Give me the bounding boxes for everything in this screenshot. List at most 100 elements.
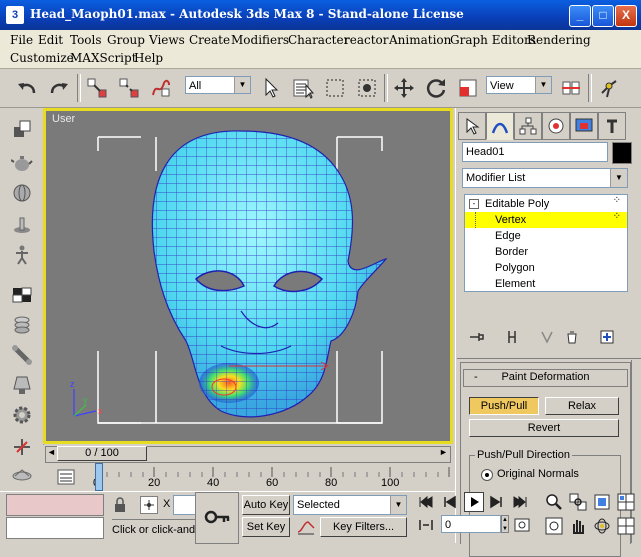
absolute-mode-icon[interactable] xyxy=(140,496,158,514)
select-and-move-icon[interactable] xyxy=(391,75,417,101)
window-crossing-icon[interactable] xyxy=(354,75,380,101)
rollout-title-bar[interactable]: - Paint Deformation xyxy=(463,369,628,387)
mini-curve-editor-icon[interactable] xyxy=(57,469,75,485)
go-to-end-icon[interactable] xyxy=(511,493,529,511)
app-icon[interactable]: 3 xyxy=(6,6,24,24)
tab-modify[interactable] xyxy=(486,112,514,140)
modify-panel-icon[interactable] xyxy=(9,282,35,308)
time-slider-prev-icon[interactable]: ◄ xyxy=(47,447,56,457)
select-and-scale-icon[interactable] xyxy=(455,75,481,101)
maximize-viewport-icon[interactable] xyxy=(617,517,635,535)
menu-views[interactable]: Views xyxy=(149,33,185,47)
key-mode-dropdown[interactable]: Selected ▼ xyxy=(293,495,407,515)
select-and-manipulate-icon[interactable] xyxy=(596,75,622,101)
key-tangent-icon[interactable] xyxy=(296,518,316,536)
system-icon[interactable] xyxy=(9,462,35,488)
helper-icon[interactable] xyxy=(9,434,35,460)
time-slider-next-icon[interactable]: ► xyxy=(439,447,448,457)
menu-file[interactable]: File xyxy=(10,33,33,47)
go-to-start-icon[interactable] xyxy=(417,493,435,511)
field-of-view-icon[interactable] xyxy=(545,517,563,535)
stack-item-border[interactable]: Border xyxy=(465,244,627,260)
selection-filter-dropdown[interactable]: All ▼ xyxy=(185,76,251,94)
bone-icon[interactable] xyxy=(9,342,35,368)
tab-hierarchy[interactable] xyxy=(514,112,542,140)
push-pull-button[interactable]: Push/Pull xyxy=(469,397,539,415)
menu-rendering[interactable]: Rendering xyxy=(527,33,591,47)
menu-help[interactable]: Help xyxy=(134,51,163,65)
stack-item-editable-poly[interactable]: - Editable Poly ⁘ xyxy=(465,195,627,212)
modifier-list-dropdown[interactable]: Modifier List ▼ xyxy=(462,168,628,188)
menu-tools[interactable]: Tools xyxy=(70,33,102,47)
arc-rotate-icon[interactable] xyxy=(593,517,611,535)
current-frame-field[interactable]: 0 xyxy=(441,515,501,533)
menu-group[interactable]: Group xyxy=(107,33,145,47)
menu-create[interactable]: Create xyxy=(189,33,230,47)
select-and-rotate-icon[interactable] xyxy=(423,75,449,101)
menu-edit[interactable]: Edit xyxy=(38,33,63,47)
minimize-button[interactable]: _ xyxy=(569,5,591,27)
relax-button[interactable]: Relax xyxy=(545,397,619,415)
menu-customize[interactable]: Customize xyxy=(10,51,74,65)
stack-item-vertex[interactable]: Vertex ⁘ xyxy=(465,211,627,228)
make-unique-icon[interactable] xyxy=(538,328,556,346)
close-button[interactable]: X xyxy=(615,5,637,27)
key-filters-button[interactable]: Key Filters... xyxy=(320,517,407,537)
perspective-viewport[interactable]: User z y x xyxy=(46,111,450,441)
head-mesh[interactable]: z y x xyxy=(46,111,450,441)
play-icon[interactable] xyxy=(464,492,484,512)
show-end-result-icon[interactable] xyxy=(503,328,521,346)
remove-modifier-icon[interactable] xyxy=(563,328,581,346)
track-bar-ruler[interactable]: 0 20 40 60 80 100 xyxy=(93,465,450,489)
tab-create[interactable] xyxy=(458,112,486,140)
redo-icon[interactable] xyxy=(46,75,72,101)
zoom-extents-icon[interactable] xyxy=(593,493,611,511)
select-by-name-icon[interactable] xyxy=(290,75,316,101)
stack-item-polygon[interactable]: Polygon xyxy=(465,260,627,276)
pivot-center-icon[interactable] xyxy=(558,75,584,101)
pan-hand-icon[interactable] xyxy=(569,517,587,535)
gear-icon[interactable] xyxy=(9,402,35,428)
zoom-extents-all-icon[interactable] xyxy=(617,493,635,511)
time-configuration-icon[interactable] xyxy=(513,516,531,534)
biped-icon[interactable] xyxy=(9,242,35,268)
set-key-button[interactable]: Set Key xyxy=(242,517,290,537)
viewport-label[interactable]: User xyxy=(52,113,75,125)
object-name-field[interactable]: Head01 xyxy=(462,142,608,162)
create-geometry-icon[interactable] xyxy=(9,116,35,142)
undo-icon[interactable] xyxy=(14,75,40,101)
select-object-icon[interactable] xyxy=(258,75,284,101)
original-normals-radio[interactable] xyxy=(481,469,493,481)
stack-item-element[interactable]: Element xyxy=(465,276,627,292)
auto-key-button[interactable]: Auto Key xyxy=(242,495,290,515)
default-in-out-tangents-button[interactable] xyxy=(195,492,239,544)
configure-modifier-sets-icon[interactable] xyxy=(598,328,616,346)
pin-stack-icon[interactable] xyxy=(468,328,486,346)
frame-spinner[interactable]: ▲ ▼ xyxy=(501,515,509,533)
stack-item-edge[interactable]: Edge xyxy=(465,228,627,244)
menu-modifiers[interactable]: Modifiers xyxy=(231,33,289,47)
object-color-swatch[interactable] xyxy=(612,142,632,164)
lock-icon[interactable] xyxy=(112,497,128,513)
menu-character[interactable]: Character xyxy=(288,33,349,47)
tab-motion[interactable] xyxy=(542,112,570,140)
next-frame-icon[interactable] xyxy=(487,493,505,511)
maximize-button[interactable]: □ xyxy=(592,5,614,27)
collapse-icon[interactable]: - xyxy=(469,199,479,209)
sphere-icon[interactable] xyxy=(9,180,35,206)
current-frame-marker[interactable] xyxy=(95,463,103,491)
zoom-icon[interactable] xyxy=(545,493,563,511)
cylinder-icon[interactable] xyxy=(9,212,35,238)
menu-maxscript[interactable]: MAXScript xyxy=(70,51,137,65)
tab-display[interactable] xyxy=(570,112,598,140)
unlink-selection-icon[interactable] xyxy=(116,75,142,101)
rectangular-selection-icon[interactable] xyxy=(322,75,348,101)
select-and-link-icon[interactable] xyxy=(84,75,110,101)
menu-reactor[interactable]: reactor xyxy=(344,33,389,47)
reference-coordinate-dropdown[interactable]: View ▼ xyxy=(486,76,552,94)
revert-button[interactable]: Revert xyxy=(469,419,619,437)
menu-graph-editors[interactable]: Graph Editors xyxy=(450,33,536,47)
bind-to-space-warp-icon[interactable] xyxy=(148,75,174,101)
cylinder-stack-icon[interactable] xyxy=(9,312,35,338)
maxscript-listener-mini[interactable] xyxy=(6,494,104,516)
